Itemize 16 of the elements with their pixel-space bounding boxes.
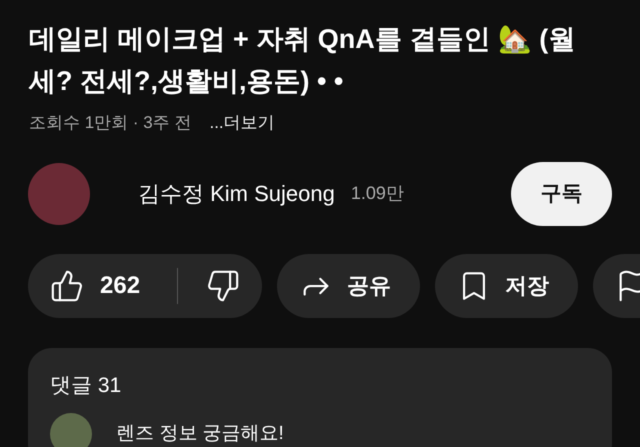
share-button[interactable]: 공유 (277, 254, 420, 318)
commenter-avatar (50, 413, 92, 447)
view-count-date: 조회수 1만회 · 3주 전 (29, 112, 192, 134)
save-button[interactable]: 저장 (435, 254, 578, 318)
top-comment-text: 렌즈 정보 궁금해요! (116, 422, 284, 446)
channel-name[interactable]: 김수정 Kim Sujeong (138, 177, 335, 210)
thumbs-down-icon (206, 268, 240, 302)
like-button[interactable]: 262 (50, 268, 140, 304)
thumbs-up-icon (50, 268, 84, 302)
subscriber-count: 1.09만 (350, 182, 404, 205)
comments-card[interactable]: 댓글 31 렌즈 정보 궁금해요! (28, 348, 612, 447)
dislike-button[interactable] (206, 268, 240, 302)
subscribe-button[interactable]: 구독 (511, 162, 612, 226)
video-title: 데일리 메이크업 + 자취 QnA를 곁들인 🏡 (월세? 전세?,생활비,용돈) • • (29, 23, 576, 98)
more-link[interactable]: ...더보기 (209, 110, 275, 136)
comments-heading: 댓글 31 (50, 372, 122, 398)
